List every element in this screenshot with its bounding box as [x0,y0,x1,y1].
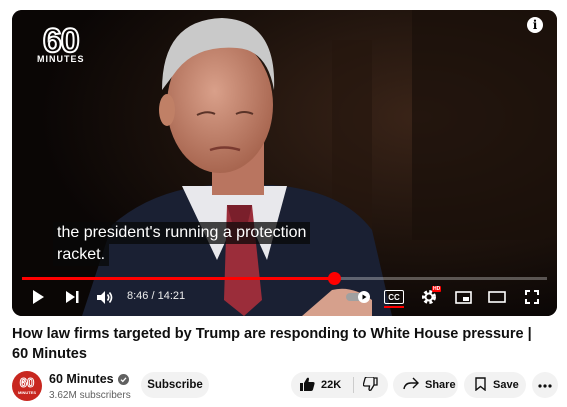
play-icon[interactable] [28,284,48,310]
autoplay-toggle[interactable] [345,284,373,310]
hd-badge: HD [432,286,442,292]
video-player[interactable]: 60 MINUTES i the president's running a p… [12,10,557,316]
subtitles: the president's running a protection rac… [53,222,311,266]
save-label: Save [493,379,519,391]
subtitle-line-2: racket. [53,244,110,266]
subscriber-count: 3.62M subscribers [49,390,131,401]
thumbs-up-icon [300,377,315,394]
current-time: 8:46 [127,290,149,302]
avatar-word: MINUTES [18,390,36,395]
channel-avatar[interactable]: 60 MINUTES [12,371,42,401]
more-actions-button[interactable] [532,372,558,398]
like-button[interactable]: 22K [291,372,353,398]
watermark-number: 60 [42,22,81,60]
share-arrow-icon [403,377,419,393]
progress-played [22,277,335,280]
like-dislike-group: 22K [291,372,388,398]
like-count: 22K [321,379,342,391]
more-dots-icon [538,379,552,391]
theater-mode-icon[interactable] [486,284,508,310]
progress-bar[interactable] [22,272,547,285]
time-separator: / [151,290,155,302]
captions-button[interactable]: CC [384,290,404,304]
volume-icon[interactable] [94,284,116,310]
time-display: 8:46 / 14:21 [127,290,185,302]
duration: 14:21 [157,290,186,302]
channel-watermark: 60 MINUTES [37,22,85,64]
share-label: Share [425,379,456,391]
video-frame [12,10,557,316]
next-icon[interactable] [62,284,82,310]
dislike-button[interactable] [354,372,388,398]
thumbs-down-icon [363,375,378,394]
share-button[interactable]: Share [393,372,458,398]
info-icon[interactable]: i [527,17,543,33]
save-button[interactable]: Save [464,372,526,398]
fullscreen-icon[interactable] [521,284,543,310]
verified-check-icon [117,373,129,385]
miniplayer-icon[interactable] [452,284,474,310]
channel-name[interactable]: 60 Minutes [49,372,114,386]
player-controls: 8:46 / 14:21 CC HD [12,284,557,310]
bookmark-icon [475,376,486,394]
subtitle-line-1: the president's running a protection [53,222,311,244]
avatar-number: 60 [19,375,35,390]
subscribe-button[interactable]: Subscribe [141,372,209,398]
channel-info: 60 Minutes 3.62M subscribers [49,372,131,401]
video-title: How law firms targeted by Trump are resp… [12,326,532,362]
watermark-word: MINUTES [37,54,85,64]
captions-active-indicator [384,306,404,308]
